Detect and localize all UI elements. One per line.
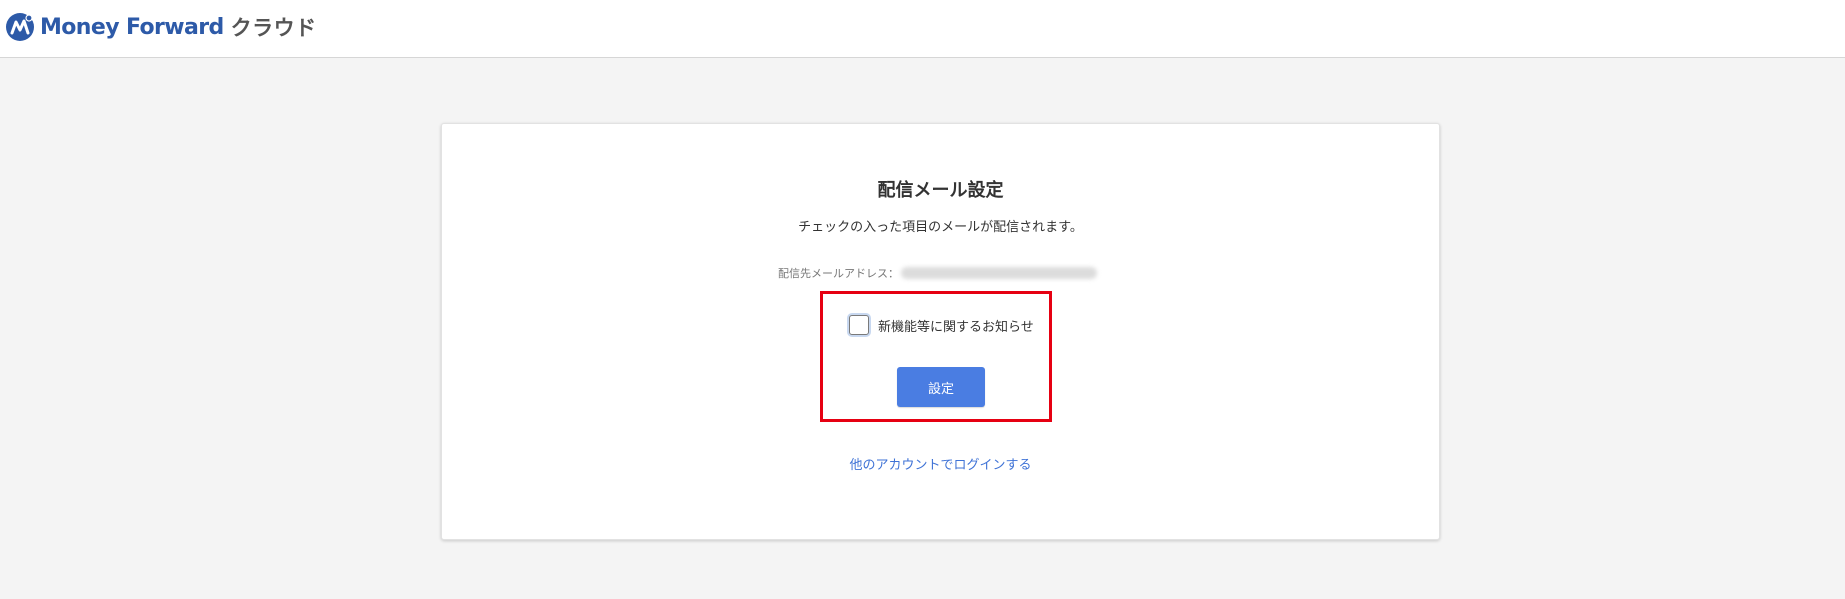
settings-submit-button[interactable]: 設定 <box>897 367 985 407</box>
new-features-checkbox-label[interactable]: 新機能等に関するお知らせ <box>878 316 1034 335</box>
delivery-address-value-blurred <box>901 267 1097 279</box>
option-new-features-row[interactable]: 新機能等に関するお知らせ <box>849 313 1034 337</box>
logo-brand-text: Money Forward <box>40 14 224 40</box>
new-features-checkbox[interactable] <box>849 315 869 335</box>
top-header: Money Forward クラウド <box>0 0 1845 58</box>
logo-suffix-text: クラウド <box>230 16 317 40</box>
page-title: 配信メール設定 <box>877 180 1004 201</box>
money-forward-logo-icon <box>6 13 34 41</box>
delivery-address-label: 配信先メールアドレス： <box>778 267 899 280</box>
money-forward-logo[interactable]: Money Forward クラウド <box>5 10 317 44</box>
mail-settings-card: 配信メール設定 チェックの入った項目のメールが配信されます。 配信先メールアドレ… <box>441 123 1440 540</box>
login-other-account-link[interactable]: 他のアカウントでログインする <box>442 454 1439 473</box>
page-subtitle: チェックの入った項目のメールが配信されます。 <box>798 220 1083 235</box>
delivery-address-row: 配信先メールアドレス： <box>778 265 1097 281</box>
